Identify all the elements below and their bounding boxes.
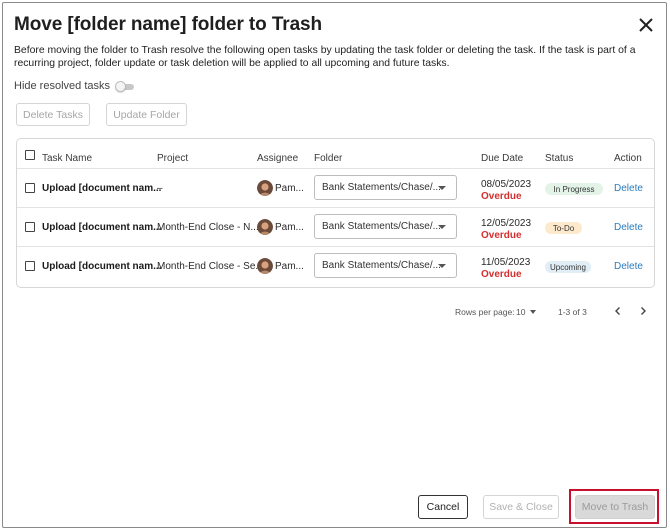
save-close-button[interactable]: Save & Close xyxy=(483,495,559,519)
folder-select-value: Bank Statements/Chase/... xyxy=(322,182,441,193)
delete-task-link[interactable]: Delete xyxy=(614,222,643,233)
due-date-value: 11/05/2023 xyxy=(481,257,531,268)
status-badge: Upcoming xyxy=(545,261,591,273)
folder-select[interactable]: Bank Statements/Chase/... xyxy=(314,175,457,200)
row-checkbox[interactable] xyxy=(25,261,35,271)
column-header-assignee: Assignee xyxy=(257,153,299,164)
status-badge: To-Do xyxy=(545,222,582,234)
avatar-photo-icon xyxy=(257,258,273,274)
close-icon[interactable] xyxy=(636,15,656,35)
hide-resolved-label: Hide resolved tasks xyxy=(14,80,110,92)
caret-down-icon[interactable] xyxy=(530,310,536,314)
toggle-knob xyxy=(115,80,126,92)
assignee-name: Pam... xyxy=(275,222,304,233)
folder-select-value: Bank Statements/Chase/... xyxy=(322,260,441,271)
overdue-label: Overdue xyxy=(481,191,522,202)
row-checkbox[interactable] xyxy=(25,183,35,193)
caret-down-icon xyxy=(438,186,446,190)
due-date-cell: 08/05/2023 Overdue xyxy=(481,179,531,203)
row-divider xyxy=(17,246,654,247)
due-date-cell: 11/05/2023 Overdue xyxy=(481,257,530,281)
overdue-label: Overdue xyxy=(481,230,522,241)
task-name-link[interactable]: Upload [document nam... xyxy=(42,261,161,272)
caret-down-icon xyxy=(438,225,446,229)
dialog-title: Move [folder name] folder to Trash xyxy=(14,14,323,35)
row-divider xyxy=(17,207,654,208)
project-cell: – xyxy=(157,183,163,194)
hide-resolved-toggle[interactable] xyxy=(115,80,135,92)
folder-select[interactable]: Bank Statements/Chase/... xyxy=(314,214,457,239)
pagination-range: 1-3 of 3 xyxy=(558,307,587,317)
project-cell: Month-End Close - Se... xyxy=(157,261,264,272)
column-header-project: Project xyxy=(157,153,189,164)
due-date-value: 08/05/2023 xyxy=(481,179,532,190)
delete-task-link[interactable]: Delete xyxy=(614,261,643,272)
overdue-label: Overdue xyxy=(481,269,522,280)
delete-tasks-button[interactable]: Delete Tasks xyxy=(16,103,90,126)
avatar xyxy=(257,180,273,196)
select-all-checkbox[interactable] xyxy=(25,150,35,160)
column-header-folder: Folder xyxy=(314,153,343,164)
column-header-due-date: Due Date xyxy=(481,153,524,164)
header-divider xyxy=(17,168,654,169)
avatar xyxy=(257,258,273,274)
row-checkbox[interactable] xyxy=(25,222,35,232)
column-header-action: Action xyxy=(614,153,642,164)
due-date-value: 12/05/2023 xyxy=(481,218,532,229)
task-name-link[interactable]: Upload [document nam... xyxy=(42,222,161,233)
status-badge: In Progress xyxy=(545,183,603,195)
rows-per-page-label: Rows per page: xyxy=(455,307,515,317)
project-cell: Month-End Close - N... xyxy=(157,222,259,233)
column-header-task-name: Task Name xyxy=(42,153,93,164)
avatar-photo-icon xyxy=(257,180,273,196)
folder-select-value: Bank Statements/Chase/... xyxy=(322,221,441,232)
avatar-photo-icon xyxy=(257,219,273,235)
folder-select[interactable]: Bank Statements/Chase/... xyxy=(314,253,457,278)
dialog-description: Before moving the folder to Trash resolv… xyxy=(14,45,636,69)
delete-task-link[interactable]: Delete xyxy=(614,183,643,194)
column-header-status: Status xyxy=(545,153,574,164)
caret-down-icon xyxy=(438,264,446,268)
rows-per-page-select[interactable]: 10 xyxy=(516,307,525,317)
chevron-left-icon[interactable] xyxy=(612,305,624,317)
assignee-name: Pam... xyxy=(275,261,304,272)
move-to-trash-button[interactable]: Move to Trash xyxy=(575,495,655,519)
assignee-name: Pam... xyxy=(275,183,304,194)
update-folder-button[interactable]: Update Folder xyxy=(106,103,187,126)
due-date-cell: 12/05/2023 Overdue xyxy=(481,218,531,242)
avatar xyxy=(257,219,273,235)
cancel-button[interactable]: Cancel xyxy=(418,495,468,519)
chevron-right-icon[interactable] xyxy=(637,305,649,317)
task-name-link[interactable]: Upload [document nam... xyxy=(42,183,161,194)
hide-resolved-row: Hide resolved tasks xyxy=(14,80,135,92)
